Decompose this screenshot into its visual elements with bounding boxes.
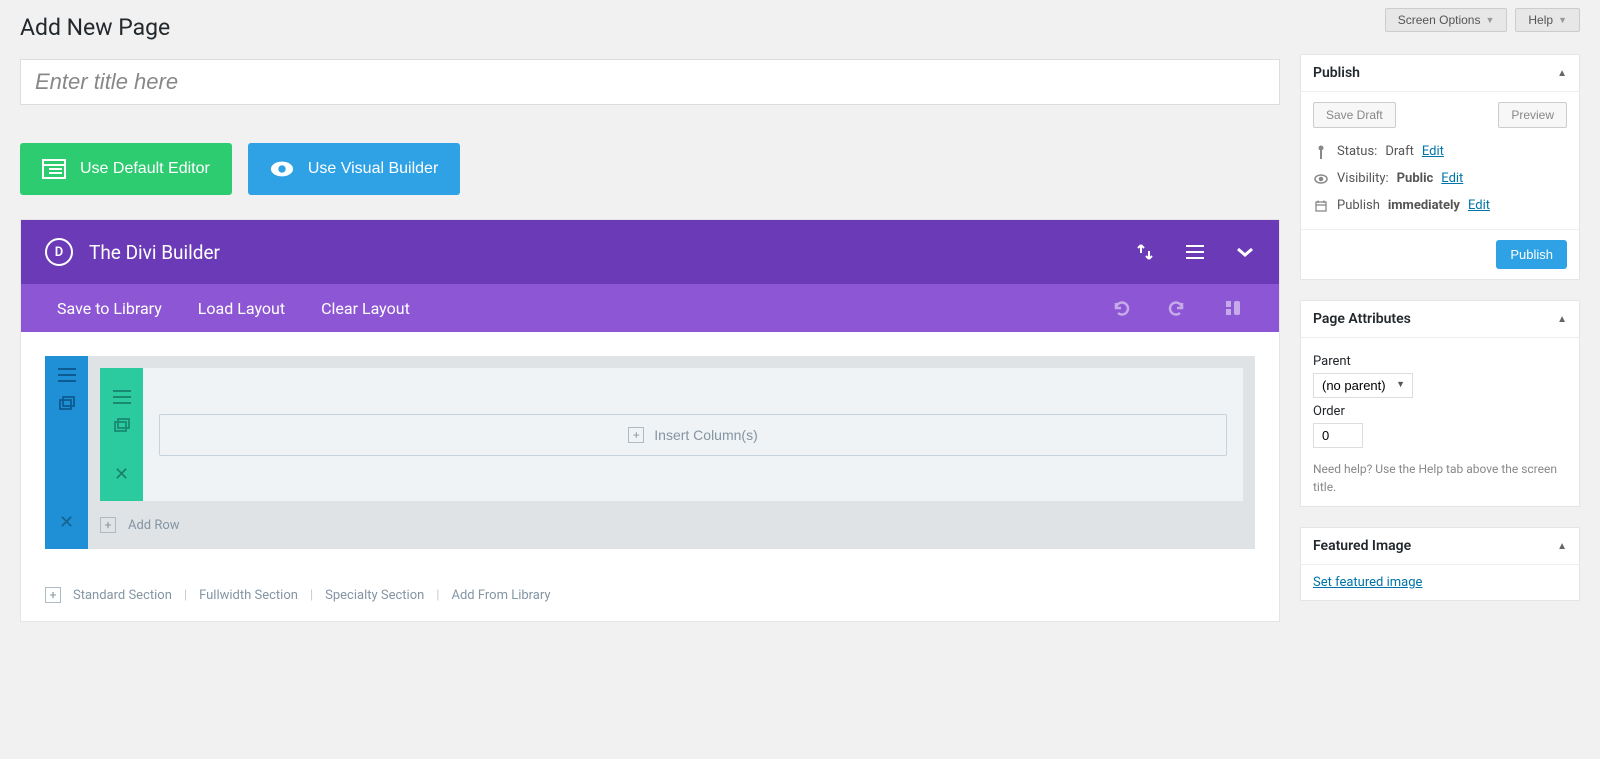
chevron-down-icon[interactable]	[1235, 242, 1255, 262]
history-icon[interactable]	[1223, 298, 1243, 318]
order-label: Order	[1313, 404, 1567, 419]
calendar-icon	[1313, 200, 1329, 212]
layout-icon	[42, 157, 66, 181]
page-attributes-heading: Page Attributes	[1313, 311, 1411, 327]
use-visual-builder-button[interactable]: Use Visual Builder	[248, 143, 460, 195]
use-default-editor-button[interactable]: Use Default Editor	[20, 143, 232, 195]
use-visual-builder-label: Use Visual Builder	[308, 160, 438, 178]
status-edit-link[interactable]: Edit	[1422, 144, 1444, 159]
visibility-value: Public	[1397, 171, 1434, 186]
publish-date-label: Publish	[1337, 198, 1380, 213]
help-button[interactable]: Help ▼	[1515, 8, 1580, 32]
eye-icon	[1313, 174, 1329, 184]
redo-icon[interactable]	[1167, 298, 1187, 318]
clear-layout-button[interactable]: Clear Layout	[321, 299, 410, 318]
collapse-icon[interactable]: ▲	[1557, 68, 1567, 79]
load-layout-button[interactable]: Load Layout	[198, 299, 285, 318]
eye-icon	[270, 157, 294, 181]
section-copy-icon[interactable]	[59, 396, 75, 414]
use-default-editor-label: Use Default Editor	[80, 160, 210, 178]
chevron-down-icon: ▼	[1485, 15, 1494, 25]
divi-builder-panel: D The Divi Builder	[20, 219, 1280, 622]
title-input[interactable]	[20, 59, 1280, 105]
publish-date-edit-link[interactable]: Edit	[1468, 198, 1490, 213]
fullwidth-section-link[interactable]: Fullwidth Section	[199, 588, 298, 603]
undo-icon[interactable]	[1111, 298, 1131, 318]
row-delete-icon[interactable]: ✕	[114, 448, 129, 501]
page-attributes-metabox: Page Attributes ▲ Parent (no parent) ▼ O…	[1300, 300, 1580, 507]
builder-row: ✕ + Insert Column(s)	[100, 368, 1243, 501]
divi-builder-title: The Divi Builder	[89, 241, 220, 264]
screen-options-button[interactable]: Screen Options ▼	[1385, 8, 1508, 32]
plus-icon: +	[45, 587, 61, 603]
order-input[interactable]	[1313, 423, 1363, 448]
status-value: Draft	[1385, 144, 1414, 159]
page-title: Add New Page	[20, 0, 1280, 59]
save-draft-button[interactable]: Save Draft	[1313, 102, 1396, 128]
chevron-down-icon: ▼	[1558, 15, 1567, 25]
visibility-edit-link[interactable]: Edit	[1441, 171, 1463, 186]
preview-button[interactable]: Preview	[1498, 102, 1567, 128]
plus-icon: +	[628, 427, 644, 443]
row-copy-icon[interactable]	[114, 418, 130, 436]
section-delete-icon[interactable]: ✕	[59, 496, 74, 549]
set-featured-image-link[interactable]: Set featured image	[1313, 575, 1422, 590]
parent-select[interactable]: (no parent)	[1313, 373, 1413, 398]
divi-logo-icon: D	[45, 238, 73, 266]
publish-date-value: immediately	[1388, 198, 1460, 213]
add-row-label: Add Row	[128, 518, 180, 533]
save-to-library-button[interactable]: Save to Library	[57, 299, 162, 318]
section-drag-icon[interactable]	[58, 366, 76, 384]
publish-heading: Publish	[1313, 65, 1360, 81]
collapse-icon[interactable]: ▲	[1557, 541, 1567, 552]
specialty-section-link[interactable]: Specialty Section	[325, 588, 424, 603]
visibility-label: Visibility:	[1337, 171, 1389, 186]
parent-label: Parent	[1313, 354, 1567, 369]
help-label: Help	[1528, 13, 1553, 27]
publish-button[interactable]: Publish	[1496, 240, 1567, 269]
add-row-button[interactable]: + Add Row	[100, 509, 1243, 537]
screen-options-label: Screen Options	[1398, 13, 1481, 27]
add-from-library-link[interactable]: Add From Library	[451, 588, 550, 603]
publish-metabox: Publish ▲ Save Draft Preview Status: Dra…	[1300, 54, 1580, 280]
insert-columns-label: Insert Column(s)	[654, 427, 757, 443]
insert-columns-button[interactable]: + Insert Column(s)	[159, 414, 1227, 456]
plus-icon: +	[100, 517, 116, 533]
collapse-icon[interactable]: ▲	[1557, 314, 1567, 325]
import-export-icon[interactable]	[1135, 242, 1155, 262]
builder-section: ✕	[45, 356, 1255, 549]
standard-section-link[interactable]: Standard Section	[73, 588, 172, 603]
status-label: Status:	[1337, 144, 1377, 159]
menu-icon[interactable]	[1185, 242, 1205, 262]
featured-image-metabox: Featured Image ▲ Set featured image	[1300, 527, 1580, 601]
featured-image-heading: Featured Image	[1313, 538, 1411, 554]
row-drag-icon[interactable]	[113, 388, 131, 406]
attributes-help-text: Need help? Use the Help tab above the sc…	[1313, 460, 1567, 496]
pin-icon	[1313, 145, 1329, 159]
